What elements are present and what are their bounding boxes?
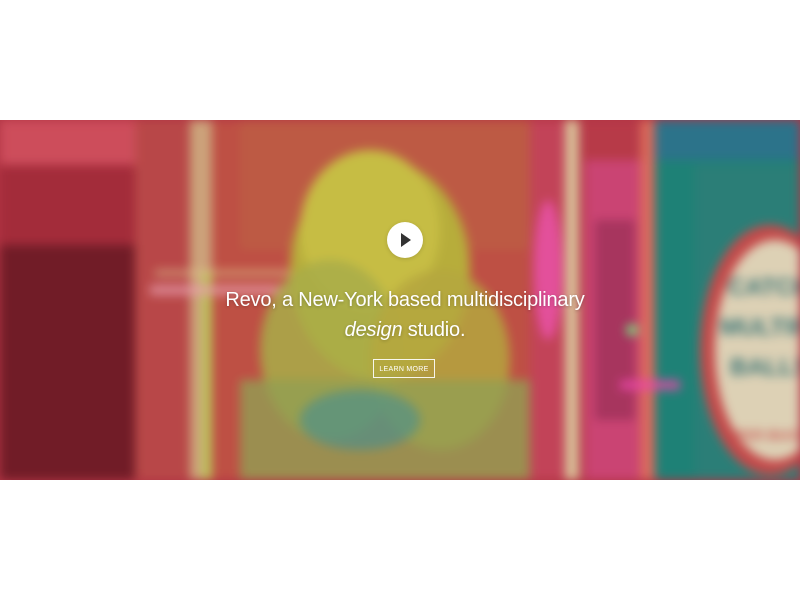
play-icon: [401, 233, 411, 247]
headline-line1: Revo, a New-York based multidisciplinary: [225, 289, 585, 311]
page: CATCH MULTIPL BALLS PER BUCKE Revo, a Ne…: [0, 0, 800, 600]
learn-more-button[interactable]: LEARN MORE: [373, 359, 435, 378]
hero-section: CATCH MULTIPL BALLS PER BUCKE Revo, a Ne…: [0, 120, 800, 480]
headline-rest: studio.: [402, 319, 466, 341]
hero-headline: Revo, a New-York based multidisciplinary…: [100, 285, 710, 345]
headline-emphasis: design: [344, 319, 403, 341]
play-video-button[interactable]: [387, 222, 423, 258]
